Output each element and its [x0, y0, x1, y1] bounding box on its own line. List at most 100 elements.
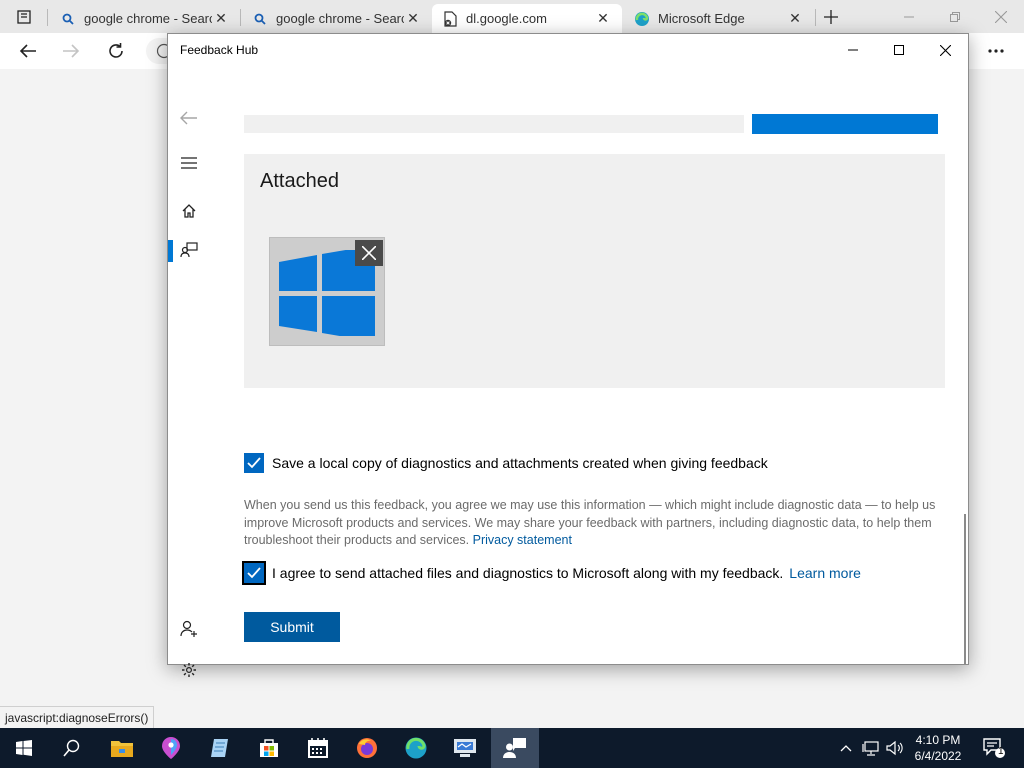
notepad-button[interactable] — [196, 728, 244, 768]
remove-attachment-button[interactable] — [355, 240, 383, 266]
start-button[interactable] — [0, 728, 48, 768]
legal-text: When you send us this feedback, you agre… — [244, 498, 936, 547]
notepad-icon — [211, 739, 228, 757]
save-copy-checkbox[interactable] — [244, 453, 264, 473]
attached-panel: Attached — [244, 154, 945, 388]
remote-app-button[interactable] — [441, 728, 489, 768]
forward-button[interactable] — [56, 37, 86, 65]
browser-close-button[interactable] — [978, 0, 1024, 33]
tab-microsoft-edge[interactable]: Microsoft Edge ✕ — [624, 4, 814, 33]
agree-checkbox[interactable] — [242, 561, 266, 585]
attached-heading: Attached — [260, 170, 339, 192]
settings-button[interactable] — [168, 652, 210, 688]
file-explorer-icon — [111, 741, 133, 757]
tab-separator — [815, 9, 816, 26]
privacy-statement-link[interactable]: Privacy statement — [473, 533, 572, 547]
status-url: javascript:diagnoseErrors() — [0, 706, 155, 728]
save-copy-option: Save a local copy of diagnostics and att… — [244, 453, 768, 473]
action-center-button[interactable]: 1 — [978, 728, 1010, 768]
maximize-button[interactable] — [876, 34, 922, 66]
selected-indicator — [168, 240, 173, 262]
submit-button[interactable]: Submit — [244, 612, 340, 642]
page-error-icon — [442, 10, 458, 27]
new-tab-button[interactable] — [818, 5, 844, 29]
upload-progress-bar — [752, 114, 938, 134]
clock-time: 4:10 PM — [915, 733, 961, 747]
add-user-icon — [180, 620, 197, 637]
attachment-thumbnail[interactable] — [269, 237, 385, 346]
tab-actions-button[interactable] — [0, 0, 48, 33]
settings-more-button[interactable] — [981, 37, 1011, 65]
close-icon — [939, 44, 951, 56]
tab-close-icon[interactable]: ✕ — [786, 10, 804, 28]
file-explorer-button[interactable] — [98, 728, 146, 768]
maps-icon — [162, 737, 180, 759]
tab-title: google chrome - Search — [276, 11, 404, 26]
arrow-right-icon — [63, 44, 80, 58]
network-button[interactable] — [860, 728, 882, 768]
edge-icon — [405, 737, 427, 759]
tab-title: Microsoft Edge — [658, 11, 745, 26]
home-nav-button[interactable] — [168, 193, 210, 229]
tab-close-icon[interactable]: ✕ — [404, 10, 422, 28]
learn-more-link[interactable]: Learn more — [789, 565, 861, 581]
window-title: Feedback Hub — [180, 43, 259, 57]
save-copy-label: Save a local copy of diagnostics and att… — [272, 455, 768, 471]
tab-close-icon[interactable]: ✕ — [594, 10, 612, 28]
chevron-up-icon — [840, 745, 852, 752]
feedback-nav-button[interactable] — [168, 232, 210, 268]
windows-start-icon — [16, 740, 32, 756]
hamburger-icon — [181, 157, 197, 169]
feedback-content: Attached Save a local copy of diagnostic… — [210, 66, 968, 664]
maximize-icon — [894, 45, 904, 55]
search-icon — [252, 11, 268, 27]
browser-tab-strip: google chrome - Search ✕ google chrome -… — [0, 0, 1024, 33]
tab-actions-icon — [17, 9, 31, 24]
feedback-hub-window: Feedback Hub Attached Save a local copy … — [167, 33, 969, 677]
legal-notice: When you send us this feedback, you agre… — [244, 497, 944, 550]
plus-icon — [824, 10, 838, 24]
tab-title: google chrome - Search — [84, 11, 212, 26]
tab-google-search-2[interactable]: google chrome - Search ✕ — [242, 4, 432, 33]
store-button[interactable] — [245, 728, 293, 768]
minimize-icon — [848, 49, 858, 51]
tab-google-search-1[interactable]: google chrome - Search ✕ — [50, 4, 240, 33]
refresh-button[interactable] — [101, 37, 131, 65]
volume-button[interactable] — [884, 728, 906, 768]
tab-title: dl.google.com — [466, 11, 547, 26]
show-hidden-icons-button[interactable] — [836, 728, 856, 768]
sign-in-button[interactable] — [168, 611, 210, 647]
tab-close-icon[interactable]: ✕ — [212, 10, 230, 28]
back-button[interactable] — [13, 37, 43, 65]
notification-count: 1 — [998, 746, 1004, 757]
remote-app-icon — [454, 739, 476, 757]
firefox-button[interactable] — [343, 728, 391, 768]
search-icon — [60, 11, 76, 27]
calendar-button[interactable] — [294, 728, 342, 768]
maps-button[interactable] — [147, 728, 195, 768]
feedback-icon — [180, 242, 198, 258]
browser-restore-button[interactable] — [932, 0, 978, 33]
arrow-left-icon — [19, 44, 36, 58]
system-clock[interactable]: 4:10 PM 6/4/2022 — [904, 732, 972, 764]
close-button[interactable] — [922, 34, 968, 66]
checkmark-icon — [247, 567, 261, 579]
close-icon — [995, 10, 1007, 23]
feedback-hub-taskbar-button[interactable] — [491, 728, 539, 768]
clock-date: 6/4/2022 — [914, 749, 962, 763]
scrollbar[interactable] — [964, 514, 966, 664]
browser-minimize-button[interactable] — [886, 0, 932, 33]
search-button[interactable] — [48, 728, 96, 768]
upload-progress-track — [244, 115, 744, 133]
edge-button[interactable] — [392, 728, 440, 768]
more-icon — [988, 49, 1004, 53]
minimize-icon — [904, 16, 914, 17]
tab-dl-google[interactable]: dl.google.com ✕ — [432, 4, 622, 33]
edge-icon — [634, 11, 650, 27]
minimize-button[interactable] — [830, 34, 876, 66]
refresh-icon — [109, 43, 123, 58]
agree-label: I agree to send attached files and diagn… — [272, 565, 784, 581]
menu-button[interactable] — [168, 145, 210, 181]
feedback-hub-titlebar[interactable]: Feedback Hub — [168, 34, 968, 66]
back-nav-button[interactable] — [168, 100, 210, 136]
